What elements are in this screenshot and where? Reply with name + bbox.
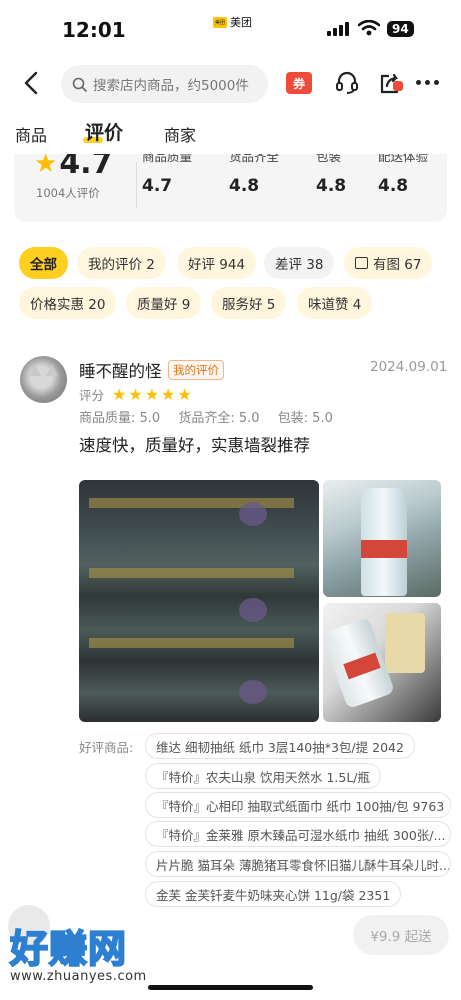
recommended-goods-label: 好评商品: <box>79 740 134 755</box>
metric-label: 商品质量 <box>142 154 193 164</box>
goods-tag[interactable]: 维达 细韧抽纸 纸巾 3层140抽*3包/提 2042 <box>145 733 415 759</box>
star-icon: ★ <box>144 384 160 404</box>
goods-tag[interactable]: 『特价』农夫山泉 饮用天然水 1.5L/瓶 <box>145 763 382 789</box>
watermark-url: www.zhuanyes.com <box>10 969 147 984</box>
sub-score: 商品质量: 5.0 <box>79 411 161 426</box>
metric-label: 包装 <box>316 154 342 164</box>
filter-good-price[interactable]: 价格实惠 20 <box>19 287 117 319</box>
review-stars: ★ ★ ★ ★ ★ <box>112 384 192 404</box>
coupon-icon[interactable]: 券 <box>286 72 312 94</box>
overall-score: 4.7 <box>59 154 113 181</box>
sub-score: 货品齐全: 5.0 <box>178 411 260 426</box>
watermark: 好赚网 www.zhuanyes.com <box>9 918 147 984</box>
metric-label: 配送体验 <box>378 154 429 164</box>
tab-reviews[interactable]: 评价 <box>82 118 123 145</box>
sub-score: 包装: 5.0 <box>277 411 333 426</box>
watermark-title: 好赚网 <box>9 926 128 972</box>
filter-my-reviews[interactable]: 我的评价 2 <box>77 247 166 279</box>
review-sub-scores: 商品质量: 5.0 货品齐全: 5.0 包装: 5.0 <box>79 407 347 426</box>
rating-label: 评分 <box>79 388 105 403</box>
review-count: 1004人评价 <box>36 186 100 200</box>
wifi-icon <box>358 20 380 36</box>
metric-value: 4.8 <box>316 176 347 196</box>
my-review-badge: 我的评价 <box>168 360 224 380</box>
status-bar: 12:01 美团 美团 94 <box>0 0 461 56</box>
star-icon: ★ <box>177 384 192 404</box>
filter-all[interactable]: 全部 <box>19 247 68 279</box>
star-icon: ★ <box>112 384 127 404</box>
overall-rating: ★ 4.7 <box>34 154 112 181</box>
status-time: 12:01 <box>62 18 126 42</box>
meituan-badge-icon: 美团 <box>213 16 228 28</box>
status-app-indicator: 美团 美团 <box>213 14 252 30</box>
search-icon <box>72 77 87 92</box>
tab-merchant[interactable]: 商家 <box>164 122 196 146</box>
store-search-input[interactable]: 搜索店内商品，约5000件 <box>61 65 268 103</box>
cellular-signal-icon <box>327 22 349 36</box>
filter-negative[interactable]: 差评 38 <box>264 247 335 279</box>
battery-indicator: 94 <box>387 21 414 37</box>
metric-value: 4.8 <box>378 176 409 196</box>
star-icon: ★ <box>161 384 176 404</box>
top-nav: 搜索店内商品，约5000件 券 <box>0 62 461 106</box>
goods-tag[interactable]: 『特价』金莱雅 原木臻品可湿水纸巾 抽纸 300张/... <box>145 821 451 847</box>
filter-good-service[interactable]: 服务好 5 <box>211 287 287 319</box>
star-icon: ★ <box>34 154 58 179</box>
store-tabs: 商品 评价 商家 <box>0 110 461 154</box>
image-icon <box>355 257 368 269</box>
star-icon: ★ <box>128 384 143 404</box>
metric-value: 4.7 <box>142 176 173 196</box>
more-options-icon[interactable] <box>416 80 439 85</box>
filter-positive[interactable]: 好评 944 <box>177 247 257 279</box>
home-indicator <box>148 985 313 990</box>
goods-tag[interactable]: 金芙 金芙钎麦牛奶味夹心饼 11g/袋 2351 <box>145 881 402 907</box>
review-text: 速度快，质量好，实惠墙裂推荐 <box>79 436 310 455</box>
review-photo-tissues[interactable] <box>79 480 319 722</box>
tab-products[interactable]: 商品 <box>15 122 47 146</box>
status-app-label: 美团 <box>230 16 253 29</box>
search-placeholder: 搜索店内商品，约5000件 <box>93 78 249 94</box>
review-photo-items[interactable] <box>323 603 441 722</box>
goods-tag[interactable]: 片片脆 猫耳朵 薄脆猪耳零食怀旧猫儿酥牛耳朵儿时... <box>145 851 451 877</box>
customer-service-icon[interactable] <box>334 70 360 96</box>
review-photo-water-bottle[interactable] <box>323 480 441 597</box>
metric-value: 4.8 <box>229 176 260 196</box>
share-icon[interactable] <box>377 70 403 96</box>
reviewer-avatar[interactable] <box>20 356 67 403</box>
divider <box>136 162 137 208</box>
goods-tag[interactable]: 『特价』心相印 抽取式纸面巾 纸巾 100抽/包 9763 <box>145 792 451 818</box>
filter-with-photos[interactable]: 有图 67 <box>344 247 433 279</box>
metric-label: 货品齐全 <box>229 154 280 164</box>
min-order-button[interactable]: ¥9.9 起送 <box>353 915 449 955</box>
review-rating-row: 评分 ★ ★ ★ ★ ★ <box>79 385 192 404</box>
filter-with-photos-label: 有图 67 <box>373 257 422 273</box>
back-arrow-icon[interactable] <box>20 70 44 96</box>
reviewer-name: 睡不醒的怪 <box>79 362 162 381</box>
rating-summary-card: ★ 4.7 1004人评价 商品质量 4.7 货品齐全 4.8 包装 4.8 配… <box>14 154 447 222</box>
review-date: 2024.09.01 <box>370 359 448 375</box>
filter-good-quality[interactable]: 质量好 9 <box>126 287 202 319</box>
filter-tasty[interactable]: 味道赞 4 <box>297 287 373 319</box>
